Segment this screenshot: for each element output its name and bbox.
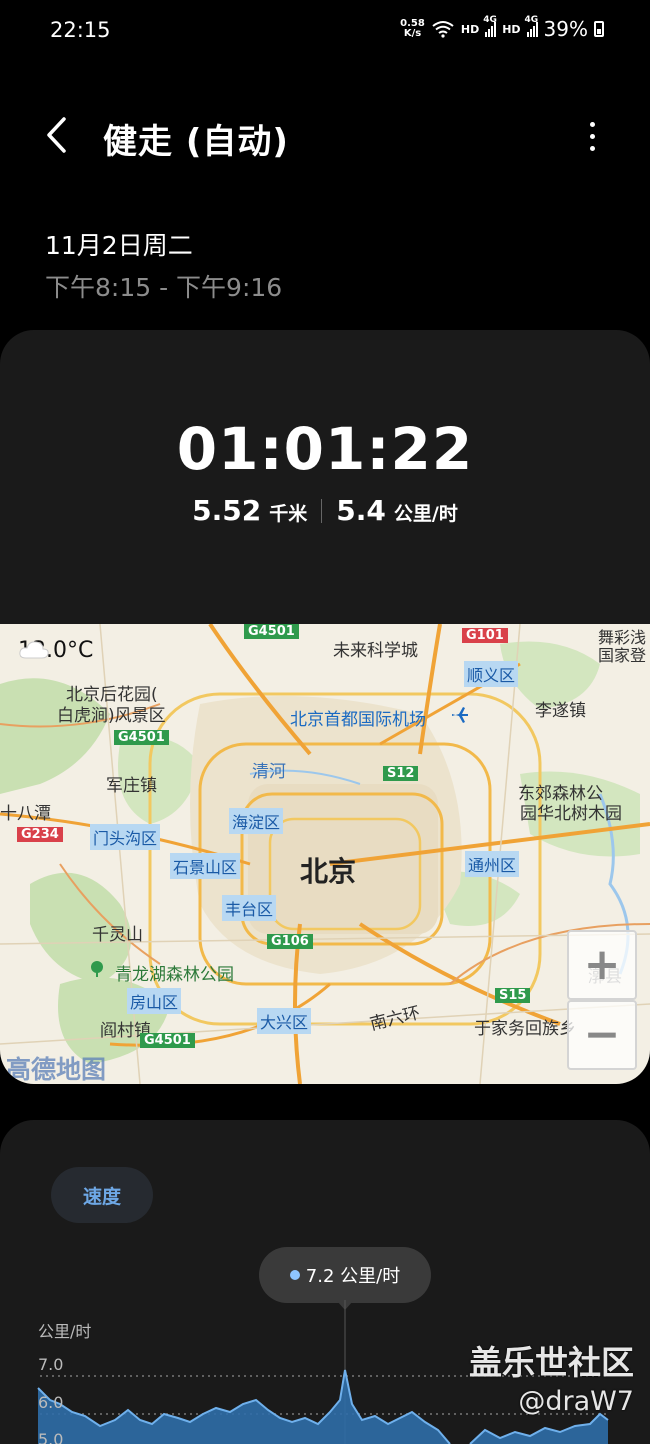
more-vertical-icon	[589, 121, 595, 127]
app-bar: 健走 (自动)	[0, 100, 650, 170]
network-speed-unit: K/s	[403, 28, 422, 39]
map-label-shibatan: 十八潭	[0, 804, 51, 824]
map-label-houhuayuan-2: 白虎涧)风景区	[57, 706, 166, 726]
summary-stats: 5.52 千米 5.4 公里/时	[0, 494, 650, 527]
y-tick-7: 7.0	[38, 1355, 64, 1374]
watermark-author: @draW7	[518, 1386, 634, 1417]
hd-label-2: HD	[502, 22, 521, 36]
road-label-g4501-bottom: G4501	[140, 1033, 195, 1048]
speed-tab-chip[interactable]: 速度	[51, 1167, 153, 1223]
hd-label-1: HD	[460, 22, 480, 36]
map-label-future-city: 未来科学城	[333, 641, 418, 661]
weather-widget: 13.0°C	[18, 638, 93, 663]
status-bar: 22:15 0.58 K/s HD 4G HD 4G 39%	[0, 0, 650, 62]
map-label-junzhuang: 军庄镇	[106, 776, 157, 796]
status-time: 22:15	[50, 18, 111, 42]
more-options-button[interactable]	[580, 116, 604, 156]
y-tick-6: 6.0	[38, 1393, 64, 1412]
district-label-shijingshan: 石景山区	[170, 853, 241, 879]
airplane-icon	[452, 707, 468, 723]
tooltip-value: 7.2 公里/时	[305, 1266, 401, 1287]
district-label-shunyi: 顺义区	[464, 661, 519, 687]
wifi-icon	[432, 21, 454, 38]
session-date: 11月2日周二	[45, 231, 193, 260]
chevron-left-icon	[47, 117, 66, 153]
map-label-airport: 北京首都国际机场	[290, 710, 426, 730]
lte-label-2: 4G	[524, 15, 539, 25]
plus-icon: +	[583, 939, 621, 990]
district-label-haidian: 海淀区	[229, 808, 284, 834]
speed-y-axis-label: 公里/时	[38, 1322, 92, 1341]
road-label-g4501-top: G4501	[244, 624, 299, 639]
signal-icon-1: 4G	[483, 15, 497, 37]
cloud-icon	[19, 641, 49, 659]
battery-icon	[594, 21, 604, 37]
lte-label-1: 4G	[483, 15, 497, 25]
page-title: 健走 (自动)	[103, 122, 289, 162]
district-label-daxing: 大兴区	[257, 1008, 312, 1034]
district-label-tongzhou: 通州区	[465, 851, 520, 877]
road-label-s15: S15	[495, 988, 531, 1003]
map-city-label: 北京	[300, 855, 357, 888]
duration-value: 01:01:22	[176, 415, 474, 483]
stat-divider	[321, 498, 323, 523]
zoom-out-button[interactable]: −	[567, 1000, 637, 1070]
district-label-fengtai: 丰台区	[222, 895, 277, 921]
map-label-lisui: 李遂镇	[535, 701, 586, 721]
speed-value: 5.4	[336, 494, 386, 527]
road-label-g4501-left: G4501	[114, 730, 169, 745]
road-label-g234: G234	[17, 827, 63, 842]
park-icon	[91, 961, 103, 977]
tooltip-dot	[289, 1270, 300, 1280]
status-icons: 0.58 K/s HD 4G HD 4G 39%	[400, 15, 604, 41]
signal-icon-2: 4G	[525, 15, 538, 37]
network-speed: 0.58 K/s	[400, 19, 425, 39]
map-label-qinglonghu: 青龙湖森林公园	[115, 965, 234, 985]
road-label-s12: S12	[383, 766, 419, 781]
distance-value: 5.52	[192, 494, 262, 527]
speed-unit: 公里/时	[393, 503, 458, 525]
route-map[interactable]: 13.0°C G4501 未来科学城 G101 舞彩浅 国家登 顺义区 北京后花…	[0, 624, 650, 1084]
battery-percent: 39%	[543, 17, 588, 41]
map-label-guojia: 国家登	[598, 646, 647, 665]
back-button[interactable]	[40, 114, 80, 156]
minus-icon: −	[583, 1009, 621, 1060]
zoom-in-button[interactable]: +	[567, 930, 637, 1000]
road-label-g101: G101	[462, 628, 508, 643]
map-label-qianlingshan: 千灵山	[92, 925, 143, 945]
map-label-qinghe: 清河	[252, 762, 286, 782]
amap-logo: 高德地图	[6, 1055, 107, 1084]
y-tick-5: 5.0	[38, 1430, 64, 1444]
district-label-fangshan: 房山区	[127, 988, 182, 1014]
distance-unit: 千米	[269, 503, 308, 525]
map-label-dongjiao-2: 园华北树木园	[520, 804, 622, 824]
session-time-range: 下午8:15 - 下午9:16	[45, 273, 283, 302]
map-label-yujiawu: 于家务回族乡	[474, 1019, 576, 1039]
watermark-community: 盖乐世社区	[469, 1343, 634, 1382]
district-label-mentougou: 门头沟区	[90, 824, 161, 850]
road-label-g106: G106	[267, 934, 313, 949]
speed-tooltip: 7.2 公里/时	[259, 1247, 431, 1303]
